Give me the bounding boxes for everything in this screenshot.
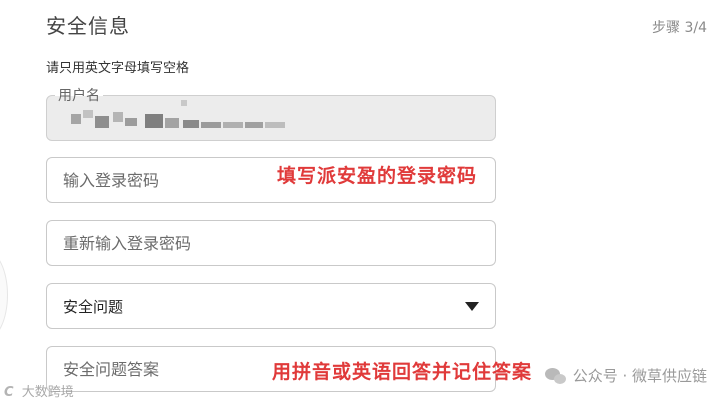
watermark-left: C 大数跨境 [4,381,74,400]
answer-annotation: 用拼音或英语回答并记住答案 [272,361,533,383]
security-info-page: 安全信息 步骤 3/4 请只用英文字母填写空格 用户名 安全问题 安全问题答案 … [0,0,727,406]
watermark-right: 公众号 · 微草供应链 [544,365,707,386]
form-hint: 请只用英文字母填写空格 [46,61,190,76]
watermark-right-text: 公众号 · 微草供应链 [572,367,707,385]
username-field: 用户名 [46,85,496,141]
password-annotation: 填写派安盈的登录密码 [277,165,478,187]
security-question-select[interactable]: 安全问题 [46,283,496,329]
wechat-icon [544,367,567,385]
username-masked-value [65,100,295,130]
watermark-left-text: 大数跨境 [21,385,74,400]
page-title: 安全信息 [46,14,130,38]
confirm-password-field[interactable] [46,220,496,266]
caret-down-icon [465,302,479,311]
username-label: 用户名 [55,85,103,105]
confirm-password-input[interactable] [47,221,495,265]
step-indicator: 步骤 3/4 [652,20,707,36]
side-panel-edge [0,250,8,340]
security-question-value: 安全问题 [63,298,124,316]
watermark-logo: C [4,385,14,400]
